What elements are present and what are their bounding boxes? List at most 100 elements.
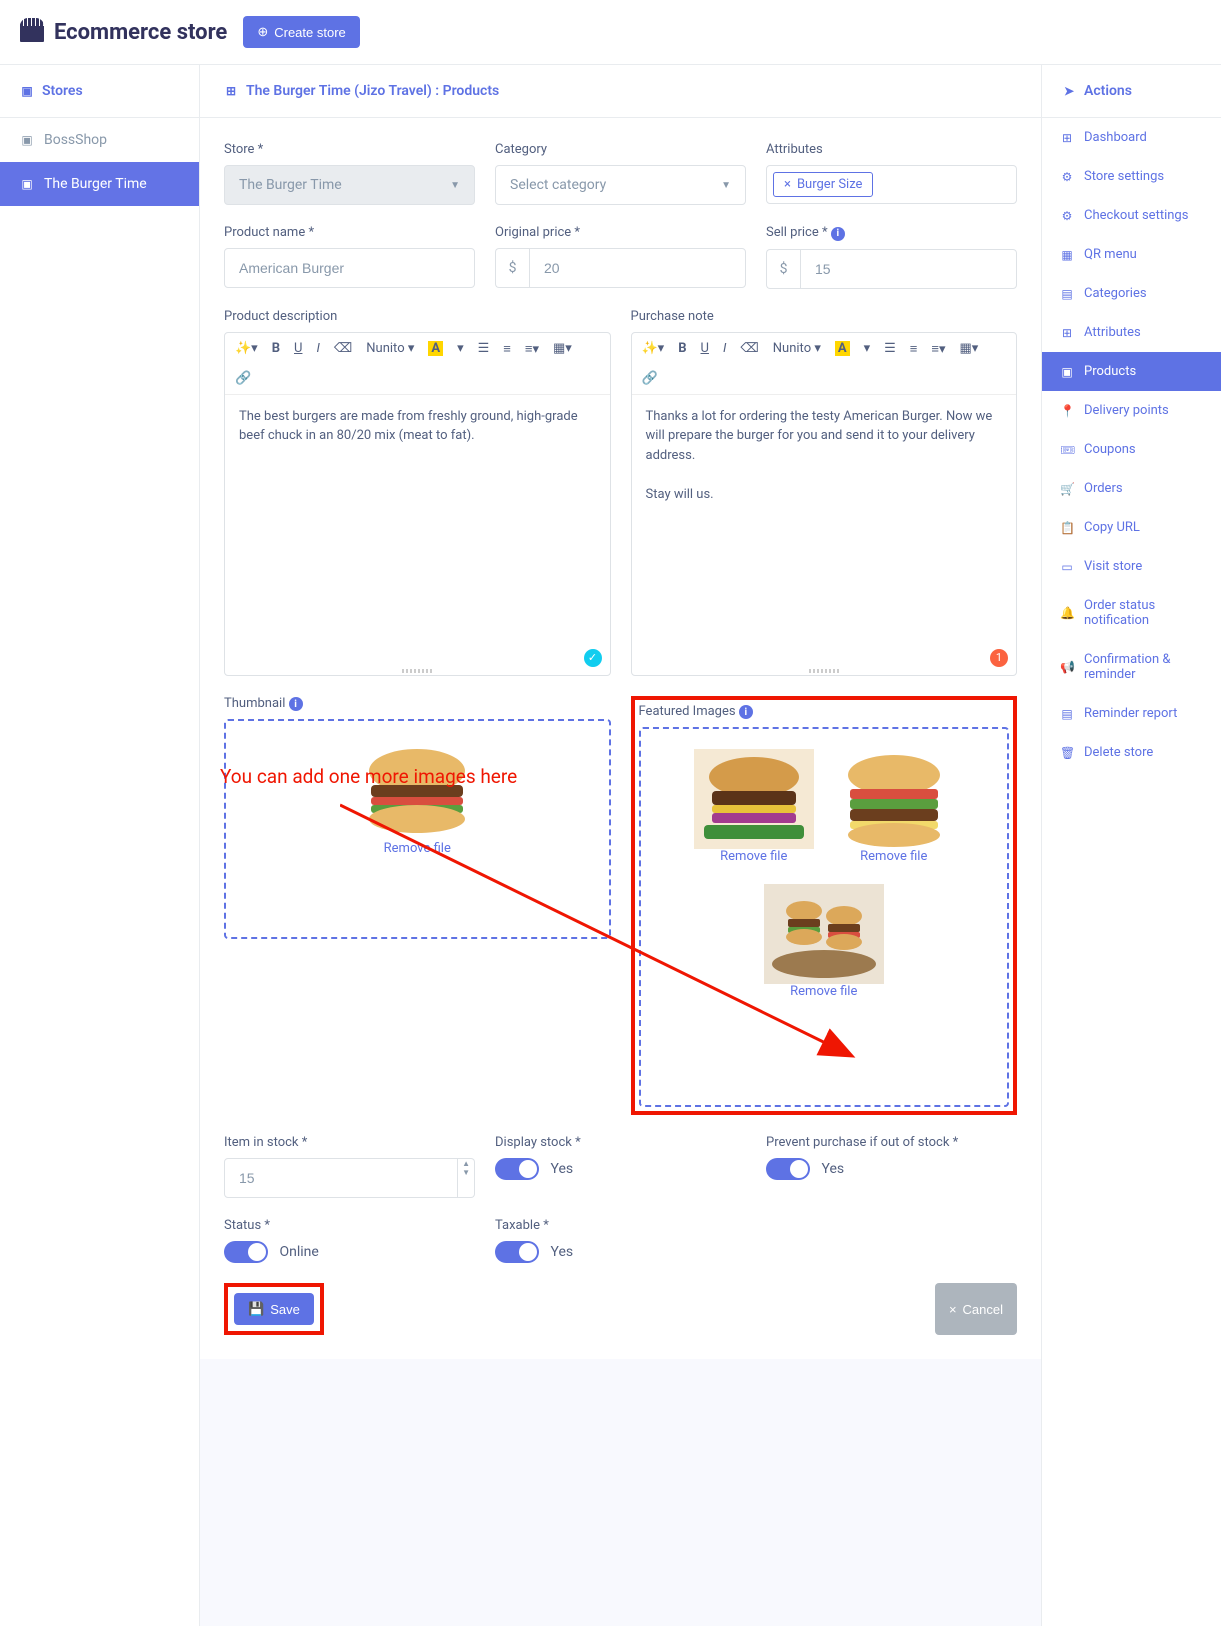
resize-handle[interactable] bbox=[809, 669, 839, 673]
table-icon[interactable]: ▦▾ bbox=[553, 341, 572, 356]
link-icon[interactable]: 🔗 bbox=[642, 371, 658, 386]
store-icon: ▣ bbox=[20, 84, 34, 98]
action-item-products[interactable]: ▣Products bbox=[1042, 352, 1221, 391]
action-item-attributes[interactable]: ⊞Attributes bbox=[1042, 313, 1221, 352]
action-item-categories[interactable]: ▤Categories bbox=[1042, 274, 1221, 313]
breadcrumb: ⊞ The Burger Time (Jizo Travel) : Produc… bbox=[200, 65, 1041, 118]
attributes-input[interactable]: × Burger Size bbox=[766, 165, 1017, 204]
original-price-label: Original price * bbox=[495, 225, 746, 240]
italic-icon[interactable]: I bbox=[723, 341, 726, 356]
action-item-copy-url[interactable]: 📋Copy URL bbox=[1042, 508, 1221, 547]
thumbnail-dropzone[interactable]: Remove file bbox=[224, 719, 611, 939]
font-select[interactable]: Nunito ▾ bbox=[366, 341, 414, 356]
eraser-icon[interactable]: ⌫ bbox=[740, 341, 758, 356]
burger-image bbox=[357, 741, 477, 841]
taxable-value: Yes bbox=[550, 1244, 573, 1260]
item-stock-input[interactable] bbox=[224, 1158, 458, 1198]
action-item-order-status-notification[interactable]: 🔔Order status notification bbox=[1042, 586, 1221, 640]
italic-icon[interactable]: I bbox=[316, 341, 319, 356]
prevent-purchase-value: Yes bbox=[821, 1161, 844, 1177]
sell-price-input[interactable] bbox=[800, 249, 1017, 289]
highlight-icon[interactable]: A bbox=[835, 341, 850, 356]
color-caret[interactable]: ▾ bbox=[864, 341, 871, 356]
attribute-tag[interactable]: × Burger Size bbox=[773, 172, 873, 197]
info-icon[interactable]: i bbox=[739, 705, 753, 719]
thumbnail-label: Thumbnail i bbox=[224, 696, 611, 712]
display-stock-toggle[interactable] bbox=[495, 1158, 539, 1180]
cancel-button[interactable]: × Cancel bbox=[935, 1283, 1017, 1335]
table-icon[interactable]: ▦▾ bbox=[960, 341, 979, 356]
status-toggle[interactable] bbox=[224, 1241, 268, 1263]
plus-circle-icon: ⊕ bbox=[257, 24, 268, 40]
action-item-coupons[interactable]: 🎟Coupons bbox=[1042, 430, 1221, 469]
list-ul-icon[interactable]: ☰ bbox=[884, 341, 896, 356]
underline-icon[interactable]: U bbox=[701, 341, 709, 356]
attributes-label: Attributes bbox=[766, 142, 1017, 157]
chevron-down-icon[interactable]: ▼ bbox=[458, 1168, 474, 1177]
featured-dropzone[interactable]: Remove file Remove file Remove file bbox=[639, 727, 1010, 1107]
number-stepper[interactable]: ▲▼ bbox=[458, 1158, 475, 1198]
action-item-confirmation-reminder[interactable]: 📢Confirmation & reminder bbox=[1042, 640, 1221, 694]
remove-file-link[interactable]: Remove file bbox=[357, 841, 477, 856]
list-ol-icon[interactable]: ≡ bbox=[910, 341, 918, 357]
align-icon[interactable]: ≡▾ bbox=[525, 341, 539, 357]
taxable-toggle[interactable] bbox=[495, 1241, 539, 1263]
chevron-up-icon[interactable]: ▲ bbox=[458, 1159, 474, 1168]
remove-file-link[interactable]: Remove file bbox=[834, 849, 954, 864]
align-icon[interactable]: ≡▾ bbox=[931, 341, 945, 357]
original-price-input[interactable] bbox=[529, 248, 746, 288]
remove-file-link[interactable]: Remove file bbox=[764, 984, 884, 999]
send-icon: ➤ bbox=[1062, 84, 1076, 98]
prevent-purchase-label: Prevent purchase if out of stock * bbox=[766, 1135, 1017, 1150]
category-select[interactable]: Select category ▼ bbox=[495, 165, 746, 205]
action-item-delivery-points[interactable]: 📍Delivery points bbox=[1042, 391, 1221, 430]
sidebar-item-the-burger-time[interactable]: ▣ The Burger Time bbox=[0, 162, 199, 206]
info-icon[interactable]: i bbox=[831, 227, 845, 241]
highlight-icon[interactable]: A bbox=[428, 341, 443, 356]
remove-file-link[interactable]: Remove file bbox=[694, 849, 814, 864]
sidebar-item-bossshop[interactable]: ▣ BossShop bbox=[0, 118, 199, 162]
currency-label: $ bbox=[495, 248, 529, 288]
action-label: Dashboard bbox=[1084, 130, 1147, 145]
list-ol-icon[interactable]: ≡ bbox=[503, 341, 511, 357]
save-button[interactable]: 💾 Save bbox=[234, 1293, 314, 1325]
action-label: Products bbox=[1084, 364, 1136, 379]
bold-icon[interactable]: B bbox=[272, 341, 280, 356]
resize-handle[interactable] bbox=[402, 669, 432, 673]
check-badge-icon: ✓ bbox=[584, 649, 602, 667]
featured-item: Remove file bbox=[764, 884, 884, 999]
action-item-delete-store[interactable]: 🗑Delete store bbox=[1042, 733, 1221, 772]
category-label: Category bbox=[495, 142, 746, 157]
action-icon: 🗑 bbox=[1060, 746, 1074, 760]
brand: Ecommerce store bbox=[20, 20, 227, 45]
magic-icon[interactable]: ✨▾ bbox=[235, 341, 258, 356]
link-icon[interactable]: 🔗 bbox=[235, 371, 251, 386]
purchase-note-textarea[interactable]: Thanks a lot for ordering the testy Amer… bbox=[632, 395, 1017, 675]
action-label: Attributes bbox=[1084, 325, 1141, 340]
magic-icon[interactable]: ✨▾ bbox=[642, 341, 665, 356]
info-icon[interactable]: i bbox=[289, 697, 303, 711]
close-icon[interactable]: × bbox=[784, 177, 791, 192]
description-textarea[interactable]: The best burgers are made from freshly g… bbox=[225, 395, 610, 675]
save-icon: 💾 bbox=[248, 1301, 264, 1317]
action-item-reminder-report[interactable]: ▤Reminder report bbox=[1042, 694, 1221, 733]
list-ul-icon[interactable]: ☰ bbox=[478, 341, 490, 356]
product-name-input[interactable] bbox=[224, 248, 475, 288]
eraser-icon[interactable]: ⌫ bbox=[334, 341, 352, 356]
purchase-note-editor: ✨▾ B U I ⌫ Nunito ▾ A ▾ ☰ ≡ ≡▾ ▦▾ 🔗 bbox=[631, 332, 1018, 676]
action-label: Categories bbox=[1084, 286, 1147, 301]
action-item-dashboard[interactable]: ⊞Dashboard bbox=[1042, 118, 1221, 157]
create-store-button[interactable]: ⊕ Create store bbox=[243, 16, 359, 48]
action-item-visit-store[interactable]: ▭Visit store bbox=[1042, 547, 1221, 586]
action-item-store-settings[interactable]: ⚙Store settings bbox=[1042, 157, 1221, 196]
store-select[interactable]: The Burger Time ▼ bbox=[224, 165, 475, 205]
prevent-purchase-toggle[interactable] bbox=[766, 1158, 810, 1180]
action-item-checkout-settings[interactable]: ⚙Checkout settings bbox=[1042, 196, 1221, 235]
action-icon: 🎟 bbox=[1060, 443, 1074, 457]
color-caret[interactable]: ▾ bbox=[457, 341, 464, 356]
bold-icon[interactable]: B bbox=[678, 341, 686, 356]
action-item-qr-menu[interactable]: ▦QR menu bbox=[1042, 235, 1221, 274]
action-item-orders[interactable]: 🛒Orders bbox=[1042, 469, 1221, 508]
font-select[interactable]: Nunito ▾ bbox=[773, 341, 821, 356]
underline-icon[interactable]: U bbox=[294, 341, 302, 356]
